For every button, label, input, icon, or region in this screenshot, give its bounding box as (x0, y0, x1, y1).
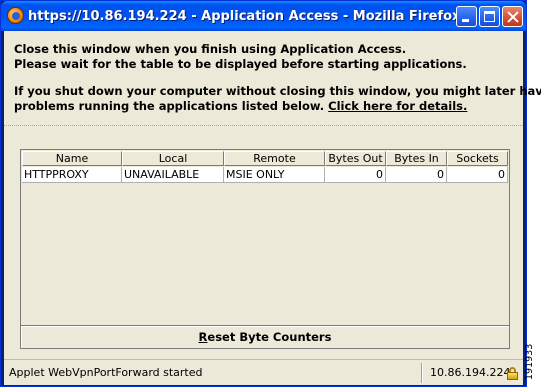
close-icon (503, 7, 522, 26)
table-row[interactable]: HTTPPROXY UNAVAILABLE MSIE ONLY 0 0 0 (22, 167, 508, 183)
instruction-line: Close this window when you finish using … (14, 42, 407, 56)
instruction-line: Please wait for the table to be displaye… (14, 57, 467, 71)
status-host: 10.86.194.224 (430, 366, 511, 379)
close-button[interactable] (502, 6, 523, 27)
divider (4, 125, 523, 126)
lock-icon[interactable] (507, 367, 518, 380)
warning-line-with-link: problems running the applications listed… (14, 99, 541, 114)
column-header-remote[interactable]: Remote (224, 151, 325, 166)
firefox-icon (7, 7, 24, 24)
maximize-button[interactable] (479, 6, 500, 27)
column-header-local[interactable]: Local (122, 151, 224, 166)
browser-window: https://10.86.194.224 - Application Acce… (0, 0, 541, 387)
status-text: Applet WebVpnPortForward started (9, 366, 203, 379)
warning-line: If you shut down your computer without c… (14, 84, 541, 98)
title-bar[interactable]: https://10.86.194.224 - Application Acce… (1, 1, 526, 31)
warning-line: problems running the applications listed… (14, 99, 329, 113)
cell-remote: MSIE ONLY (224, 167, 325, 183)
minimize-button[interactable] (456, 6, 477, 27)
figure-id: 191933 (524, 343, 535, 380)
column-header-bytes-out[interactable]: Bytes Out (325, 151, 386, 166)
cell-bytes-out: 0 (325, 167, 386, 183)
cell-local: UNAVAILABLE (122, 167, 224, 183)
details-link[interactable]: Click here for details. (328, 99, 467, 113)
status-separator (421, 363, 422, 383)
window-content: Close this window when you finish using … (4, 31, 541, 385)
window-title: https://10.86.194.224 - Application Acce… (28, 9, 461, 24)
status-bar: Applet WebVpnPortForward started 10.86.1… (4, 359, 523, 385)
warning-text: If you shut down your computer without c… (14, 84, 541, 114)
instructions-text: Close this window when you finish using … (14, 42, 467, 72)
applications-table[interactable]: Name Local Remote Bytes Out Bytes In Soc… (20, 149, 510, 327)
cell-sockets: 0 (447, 167, 508, 183)
column-header-bytes-in[interactable]: Bytes In (386, 151, 447, 166)
reset-button-label: eset Byte Counters (207, 330, 332, 344)
column-header-sockets[interactable]: Sockets (447, 151, 508, 166)
cell-bytes-in: 0 (386, 167, 447, 183)
minimize-icon (457, 7, 476, 26)
cell-name: HTTPPROXY (22, 167, 122, 183)
reset-byte-counters-button[interactable]: Reset Byte Counters (20, 325, 510, 349)
table-header: Name Local Remote Bytes Out Bytes In Soc… (22, 151, 508, 166)
column-header-name[interactable]: Name (22, 151, 122, 166)
maximize-icon (480, 7, 499, 26)
